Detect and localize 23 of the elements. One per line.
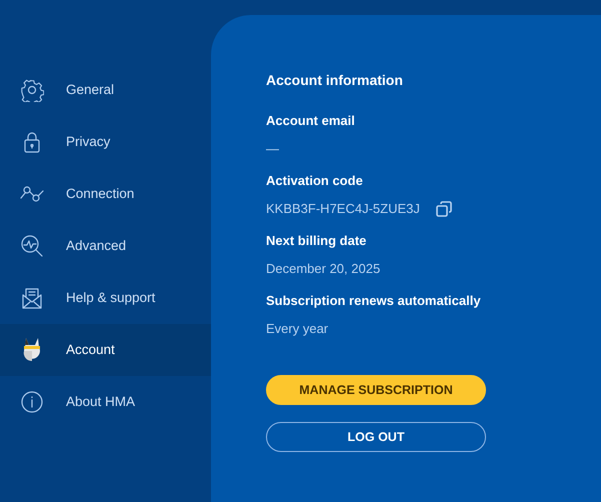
sidebar-item[interactable]: About HMA bbox=[0, 376, 211, 428]
sidebar-item[interactable]: Privacy bbox=[0, 116, 211, 168]
envelope-icon bbox=[20, 286, 44, 310]
sidebar-item[interactable]: Help & support bbox=[0, 272, 211, 324]
manage-subscription-button[interactable]: MANAGE SUBSCRIPTION bbox=[266, 375, 486, 405]
log-out-button[interactable]: LOG OUT bbox=[266, 422, 486, 452]
field-value: Every year bbox=[266, 321, 328, 337]
magnifier-icon bbox=[20, 234, 44, 258]
field-value: December 20, 2025 bbox=[266, 261, 380, 277]
section-heading: Account information bbox=[266, 71, 404, 89]
copy-icon[interactable] bbox=[436, 201, 452, 217]
sidebar-item[interactable]: Advanced bbox=[0, 220, 211, 272]
field-label: Account email bbox=[266, 113, 356, 129]
field-label: Activation code bbox=[266, 173, 364, 189]
sidebar-item[interactable]: Account bbox=[0, 324, 211, 376]
gear-icon bbox=[20, 78, 44, 102]
field-value: — bbox=[266, 141, 279, 157]
field-label: Next billing date bbox=[266, 233, 368, 249]
field-value: KKBB3F-H7EC4J-5ZUE3J bbox=[266, 201, 420, 217]
sidebar-item[interactable]: General bbox=[0, 64, 211, 116]
field-label: Subscription renews automatically bbox=[266, 293, 482, 309]
sidebar-item[interactable]: Connection bbox=[0, 168, 211, 220]
info-icon bbox=[20, 390, 44, 414]
